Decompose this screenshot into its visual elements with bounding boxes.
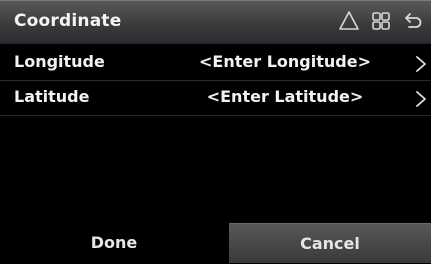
page-title: Coordinate	[14, 11, 122, 31]
longitude-label: Longitude	[14, 52, 105, 71]
grid-icon[interactable]	[369, 9, 393, 33]
latitude-value: <Enter Latitude>	[206, 87, 364, 106]
cancel-button[interactable]: Cancel	[229, 223, 431, 263]
header-bar: Coordinate	[0, 0, 431, 44]
longitude-row[interactable]: Longitude <Enter Longitude>	[0, 46, 431, 81]
chevron-right-icon	[416, 56, 426, 72]
footer-bar: Done Cancel	[0, 223, 431, 263]
latitude-row[interactable]: Latitude <Enter Latitude>	[0, 81, 431, 116]
longitude-value: <Enter Longitude>	[199, 52, 371, 71]
latitude-label: Latitude	[14, 87, 90, 106]
back-icon[interactable]	[401, 9, 425, 33]
done-button[interactable]: Done	[0, 223, 228, 262]
chevron-right-icon	[416, 91, 426, 107]
navigation-icon[interactable]	[337, 9, 361, 33]
